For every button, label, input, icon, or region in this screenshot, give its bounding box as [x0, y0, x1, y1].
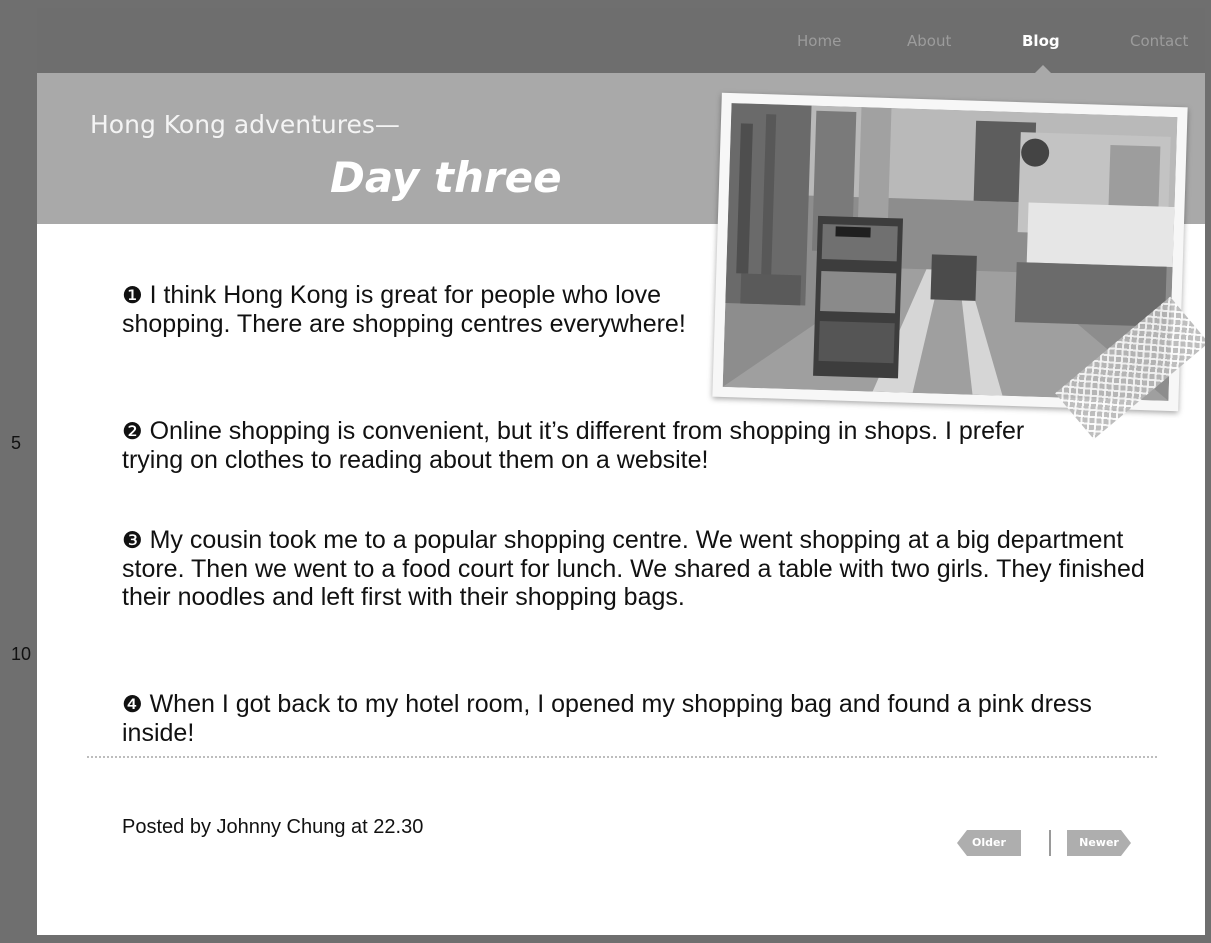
nav-contact[interactable]: Contact — [1130, 32, 1188, 50]
line-number-10: 10 — [11, 644, 32, 664]
post-title-line2: Day three — [330, 153, 562, 202]
posted-by: Posted by Johnny Chung at 22.30 — [122, 816, 424, 838]
paragraph-text-3: My cousin took me to a popular shopping … — [122, 526, 1145, 611]
post-title-line1: Hong Kong adventures— — [90, 110, 400, 139]
paragraph-text-4: When I got back to my hotel room, I open… — [122, 690, 1092, 747]
older-button[interactable]: Older — [957, 830, 1021, 856]
pager-separator — [1049, 830, 1051, 856]
paragraph-number-1: ❶ — [122, 283, 143, 309]
paragraph-3: ❸ My cousin took me to a popular shoppin… — [122, 526, 1152, 611]
nav-home[interactable]: Home — [797, 32, 841, 50]
top-nav: Home About Blog Contact — [37, 8, 1205, 74]
window-frame: Home About Blog Contact Hong Kong advent… — [0, 0, 1211, 943]
line-number-5: 5 — [11, 433, 22, 453]
paragraph-number-4: ❹ — [122, 692, 143, 718]
paragraph-2: ❷ Online shopping is convenient, but it’… — [122, 417, 1062, 474]
paragraph-text-2: Online shopping is convenient, but it’s … — [122, 417, 1025, 474]
nav-blog[interactable]: Blog — [1022, 32, 1060, 50]
post-divider — [87, 756, 1157, 758]
paragraph-number-2: ❷ — [122, 419, 143, 445]
blog-page: Home About Blog Contact Hong Kong advent… — [37, 8, 1205, 935]
paragraph-4: ❹ When I got back to my hotel room, I op… — [122, 690, 1152, 747]
paragraph-1: ❶ I think Hong Kong is great for people … — [122, 281, 712, 338]
paragraph-number-3: ❸ — [122, 528, 143, 554]
paragraph-text-1: I think Hong Kong is great for people wh… — [122, 281, 686, 338]
nav-about[interactable]: About — [907, 32, 951, 50]
newer-button[interactable]: Newer — [1067, 830, 1131, 856]
